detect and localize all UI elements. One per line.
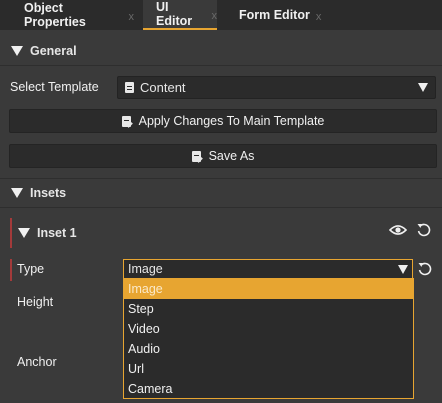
dropdown-caret-icon [398, 264, 408, 274]
tab-object-properties[interactable]: Object Properties x [0, 0, 134, 30]
type-label: Type [17, 262, 45, 276]
tab-label: Object Properties [24, 1, 86, 29]
document-edit-icon [191, 150, 201, 162]
save-as-button[interactable]: Save As [9, 144, 437, 168]
reset-icon[interactable] [416, 260, 434, 278]
type-marker [10, 259, 12, 281]
general-section-header[interactable]: General [0, 36, 442, 66]
save-as-label: Save As [208, 149, 255, 163]
insets-section-header[interactable]: Insets [0, 178, 442, 208]
reset-icon[interactable] [415, 221, 433, 239]
template-select-value: Content [140, 80, 186, 95]
dropdown-option-camera[interactable]: Camera [124, 379, 413, 399]
apply-changes-button[interactable]: Apply Changes To Main Template [9, 109, 437, 133]
tab-ui-editor[interactable]: UI Editor x [143, 0, 217, 30]
type-select-value: Image [128, 262, 163, 276]
document-edit-icon [121, 115, 131, 127]
tab-close-icon[interactable]: x [129, 11, 135, 23]
type-dropdown-list: Image Step Video Audio Url Camera [123, 278, 414, 399]
template-select[interactable]: Content [117, 76, 436, 99]
tab-close-icon[interactable]: x [212, 10, 218, 22]
tab-close-icon[interactable]: x [316, 11, 322, 23]
tab-bar: Object Properties x UI Editor x Form Edi… [0, 0, 442, 30]
dropdown-option-step[interactable]: Step [124, 299, 413, 319]
collapse-triangle-icon [11, 45, 23, 56]
tab-label: Form Editor [239, 8, 310, 22]
collapse-triangle-icon [18, 228, 30, 238]
inset-1-header[interactable]: Inset 1 [18, 222, 77, 244]
inset-marker [10, 218, 12, 248]
general-section-title: General [30, 43, 77, 58]
anchor-label: Anchor [17, 355, 57, 369]
height-label: Height [17, 295, 54, 309]
dropdown-option-url[interactable]: Url [124, 359, 413, 379]
document-icon [125, 82, 134, 93]
visibility-eye-icon[interactable] [389, 221, 407, 239]
apply-changes-label: Apply Changes To Main Template [138, 114, 325, 128]
collapse-triangle-icon [11, 188, 23, 198]
tab-label: UI Editor [156, 0, 193, 28]
dropdown-caret-icon [418, 83, 428, 92]
select-template-label: Select Template [10, 80, 99, 94]
dropdown-option-image[interactable]: Image [124, 279, 413, 299]
tab-form-editor[interactable]: Form Editor x [224, 0, 324, 30]
insets-section-title: Insets [30, 186, 67, 200]
type-select[interactable]: Image [123, 259, 413, 279]
dropdown-option-audio[interactable]: Audio [124, 339, 413, 359]
inset-1-title: Inset 1 [37, 226, 77, 240]
dropdown-option-video[interactable]: Video [124, 319, 413, 339]
